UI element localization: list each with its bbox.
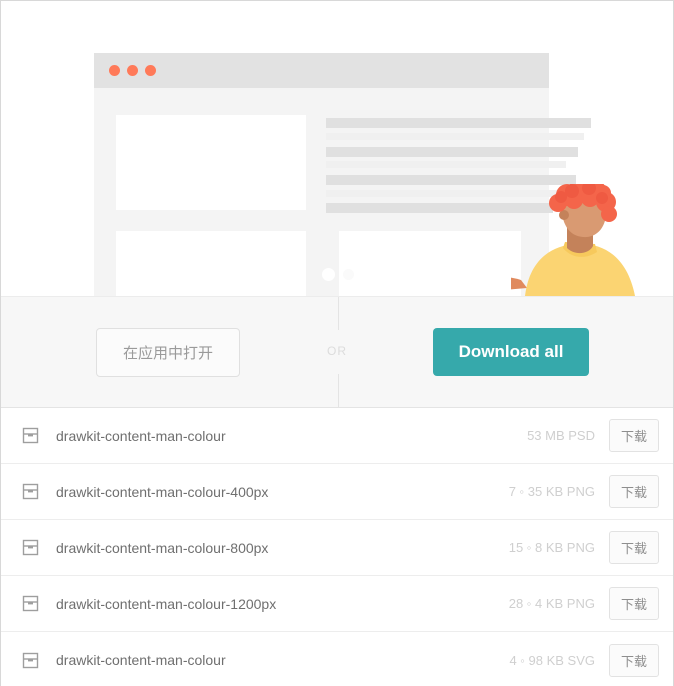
file-size: 53 MB PSD <box>527 428 595 443</box>
file-name: drawkit-content-man-colour-1200px <box>56 595 277 612</box>
file-list: drawkit-content-man-colour 53 MB PSD 下载 … <box>1 408 673 686</box>
file-name: drawkit-content-man-colour <box>56 652 226 668</box>
action-bar: OR 在应用中打开 Download all <box>1 296 673 408</box>
archive-file-icon <box>22 483 39 500</box>
browser-mockup <box>94 53 591 296</box>
file-name: drawkit-content-man-colour <box>56 427 226 444</box>
download-button[interactable]: 下载 <box>608 475 659 508</box>
illustration-preview <box>1 1 673 296</box>
mockup-text-line-4 <box>326 161 566 168</box>
archive-file-icon <box>22 427 39 444</box>
file-size: 4 ◦ 98 KB SVG <box>509 652 595 668</box>
mockup-text-line-2 <box>326 133 584 140</box>
mockup-bullet-dot-1 <box>322 268 335 281</box>
or-separator-label: OR <box>327 344 347 358</box>
download-button[interactable]: 下载 <box>608 419 659 452</box>
table-row[interactable]: drawkit-content-man-colour 4 ◦ 98 KB SVG… <box>1 632 673 686</box>
download-button[interactable]: 下载 <box>608 643 659 677</box>
download-button[interactable]: 下载 <box>608 531 659 564</box>
table-row[interactable]: drawkit-content-man-colour 53 MB PSD 下载 <box>1 408 673 464</box>
archive-file-icon <box>22 595 39 612</box>
file-size: 28 ◦ 4 KB PNG <box>508 596 595 611</box>
window-dot-icon-1 <box>109 65 120 76</box>
table-row[interactable]: drawkit-content-man-colour-1200px 28 ◦ 4… <box>1 576 673 632</box>
table-row[interactable]: drawkit-content-man-colour-800px 15 ◦ 8 … <box>1 520 673 576</box>
download-button[interactable]: 下载 <box>608 587 659 620</box>
window-dot-icon-3 <box>145 65 156 76</box>
action-divider-bottom <box>338 374 339 407</box>
mockup-text-line-3 <box>326 147 578 157</box>
mockup-card-3 <box>339 231 521 296</box>
mockup-card-2 <box>116 231 306 296</box>
browser-titlebar <box>94 53 549 88</box>
file-size: 7 ◦ 35 KB PNG <box>508 484 595 499</box>
file-name: drawkit-content-man-colour-800px <box>56 539 269 556</box>
window-dot-icon-2 <box>127 65 138 76</box>
file-name: drawkit-content-man-colour-400px <box>56 483 269 500</box>
download-panel: OR 在应用中打开 Download all drawkit-content-m… <box>0 0 674 686</box>
table-row[interactable]: drawkit-content-man-colour-400px 7 ◦ 35 … <box>1 464 673 520</box>
archive-file-icon <box>22 539 39 556</box>
mockup-bullet-dot-2 <box>343 269 354 280</box>
action-divider-top <box>338 297 339 330</box>
mockup-text-line-1 <box>326 118 591 128</box>
archive-file-icon <box>22 652 39 668</box>
file-size: 15 ◦ 8 KB PNG <box>508 540 595 555</box>
character-illustration <box>511 184 635 296</box>
mockup-card-1 <box>116 115 306 210</box>
